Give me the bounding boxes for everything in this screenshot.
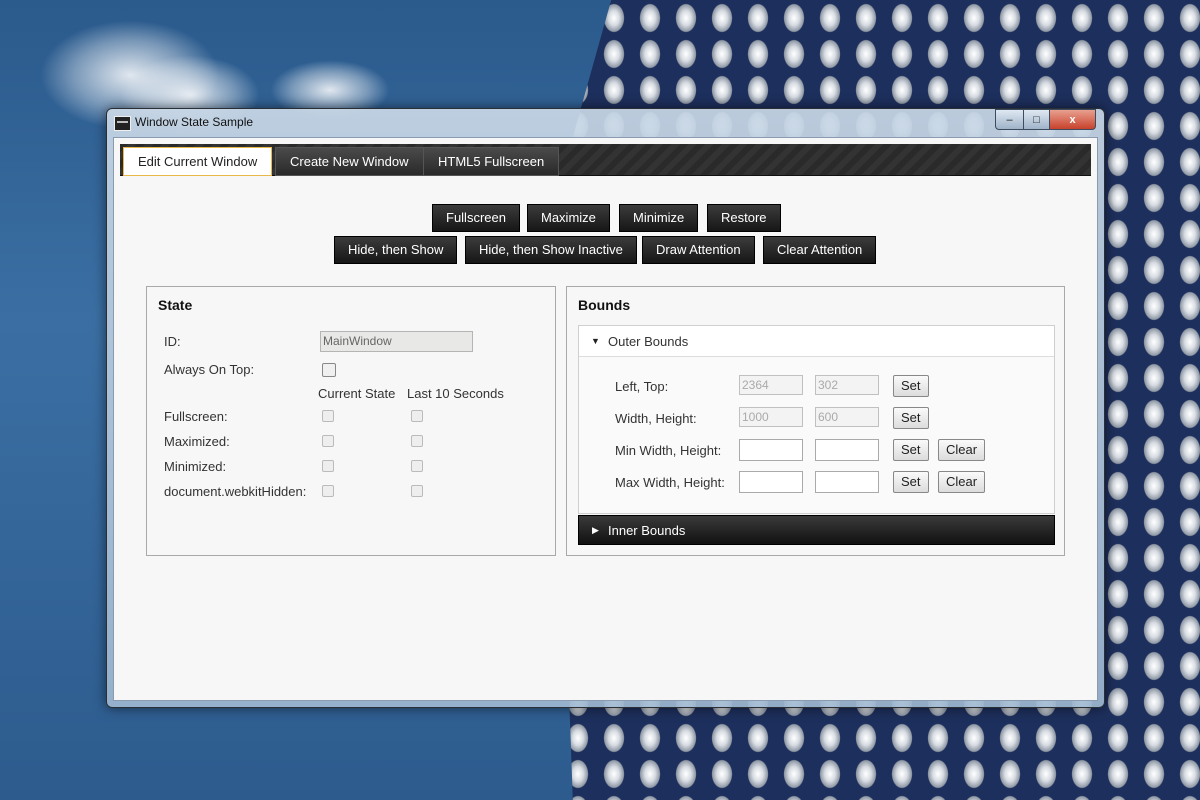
maximize-button[interactable]: Maximize	[527, 204, 610, 232]
width-input[interactable]: 1000	[739, 407, 803, 427]
outer-bounds-header[interactable]: ▼ Outer Bounds	[579, 326, 1054, 357]
left-input[interactable]: 2364	[739, 375, 803, 395]
hide-then-show-inactive-button[interactable]: Hide, then Show Inactive	[465, 236, 637, 264]
always-on-top-checkbox[interactable]	[322, 363, 336, 377]
set-left-top-button[interactable]: Set	[893, 375, 929, 397]
close-window-button[interactable]: x	[1049, 109, 1096, 130]
maximized-last10-checkbox	[411, 435, 423, 447]
max-width-input[interactable]	[739, 471, 803, 493]
hide-then-show-button[interactable]: Hide, then Show	[334, 236, 458, 264]
tab-html5-fullscreen[interactable]: HTML5 Fullscreen	[423, 147, 560, 176]
collapsed-triangle-icon: ▶	[592, 525, 599, 535]
min-width-input[interactable]	[739, 439, 803, 461]
bounds-panel: Bounds ▼ Outer Bounds Left, Top: 2364 30…	[566, 286, 1065, 556]
always-on-top-label: Always On Top:	[164, 362, 255, 377]
width-height-label: Width, Height:	[615, 411, 697, 426]
close-icon: x	[1069, 113, 1076, 126]
set-max-size-button[interactable]: Set	[893, 471, 929, 493]
height-input[interactable]: 600	[815, 407, 879, 427]
webkit-hidden-last10-checkbox	[411, 485, 423, 497]
app-window-icon	[114, 116, 131, 131]
bounds-title: Bounds	[578, 297, 631, 313]
restore-button[interactable]: Restore	[707, 204, 781, 232]
minimize-window-button[interactable]: –	[995, 109, 1024, 130]
fullscreen-last10-checkbox	[411, 410, 423, 422]
draw-attention-button[interactable]: Draw Attention	[642, 236, 755, 264]
fullscreen-button[interactable]: Fullscreen	[432, 204, 520, 232]
minimize-button[interactable]: Minimize	[619, 204, 699, 232]
inner-bounds-label: Inner Bounds	[608, 523, 686, 538]
title-bar[interactable]: Window State Sample – □ x	[107, 109, 1104, 137]
min-width-height-label: Min Width, Height:	[615, 443, 722, 458]
state-title: State	[158, 297, 193, 313]
id-label: ID:	[164, 334, 181, 349]
max-width-height-label: Max Width, Height:	[615, 475, 725, 490]
webkit-hidden-state-label: document.webkitHidden:	[164, 484, 307, 499]
current-state-header: Current State	[318, 386, 396, 401]
window-title: Window State Sample	[135, 115, 254, 129]
tab-create-new-window[interactable]: Create New Window	[275, 147, 424, 176]
window-content: Edit Current Window Create New Window HT…	[113, 137, 1098, 701]
tab-edit-current-window[interactable]: Edit Current Window	[123, 147, 273, 176]
left-top-label: Left, Top:	[615, 379, 669, 394]
outer-bounds-label: Outer Bounds	[608, 334, 689, 349]
outer-bounds-section: ▼ Outer Bounds Left, Top: 2364 302 Set W…	[578, 325, 1055, 514]
minimized-state-label: Minimized:	[164, 459, 227, 474]
tab-bar: Edit Current Window Create New Window HT…	[120, 144, 1091, 176]
minimized-last10-checkbox	[411, 460, 423, 472]
maximized-current-checkbox	[322, 435, 334, 447]
set-width-height-button[interactable]: Set	[893, 407, 929, 429]
max-height-input[interactable]	[815, 471, 879, 493]
maximized-state-label: Maximized:	[164, 434, 230, 449]
app-window: Window State Sample – □ x Edit Current W…	[106, 108, 1105, 708]
maximize-window-button[interactable]: □	[1023, 109, 1050, 130]
top-input[interactable]: 302	[815, 375, 879, 395]
clear-attention-button[interactable]: Clear Attention	[763, 236, 877, 264]
expanded-triangle-icon: ▼	[591, 336, 600, 346]
clear-max-size-button[interactable]: Clear	[938, 471, 986, 493]
min-height-input[interactable]	[815, 439, 879, 461]
webkit-hidden-current-checkbox	[322, 485, 334, 497]
minimize-icon: –	[1006, 113, 1013, 126]
minimized-current-checkbox	[322, 460, 334, 472]
id-field[interactable]: MainWindow	[320, 331, 473, 352]
fullscreen-state-label: Fullscreen:	[164, 409, 228, 424]
clear-min-size-button[interactable]: Clear	[938, 439, 986, 461]
maximize-icon: □	[1033, 113, 1040, 126]
last-10-seconds-header: Last 10 Seconds	[407, 386, 504, 401]
inner-bounds-header[interactable]: ▶ Inner Bounds	[578, 515, 1055, 545]
fullscreen-current-checkbox	[322, 410, 334, 422]
set-min-size-button[interactable]: Set	[893, 439, 929, 461]
state-panel: State ID: MainWindow Always On Top: Curr…	[146, 286, 556, 556]
